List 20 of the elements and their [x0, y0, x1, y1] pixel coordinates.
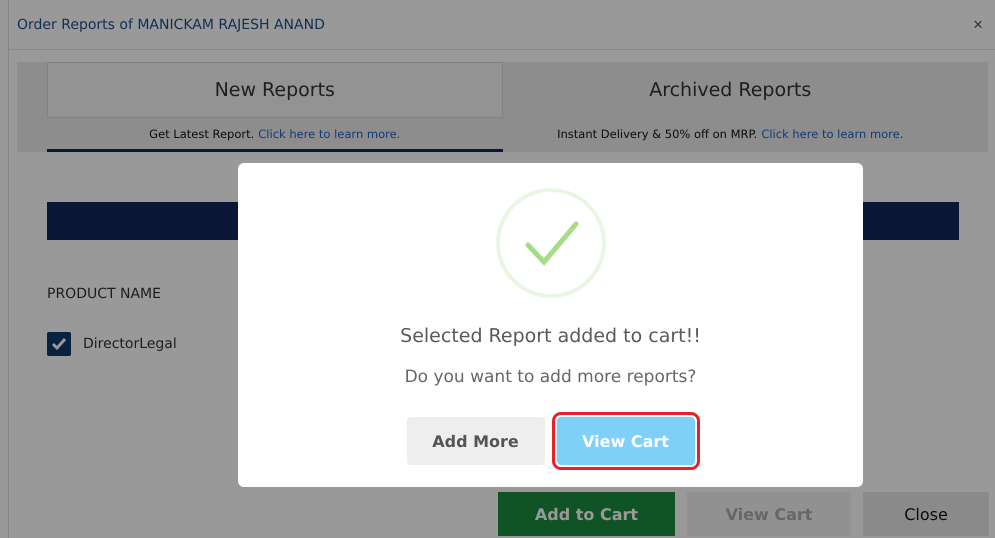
- product-name: DirectorLegal: [83, 336, 177, 352]
- report-tab[interactable]: New Reports Get Latest Report. Click here to learn more.: [47, 62, 502, 152]
- action-button[interactable]: Close: [863, 492, 989, 536]
- action-button[interactable]: Add to Cart: [498, 492, 675, 536]
- column-header: PRODUCT NAME: [47, 286, 162, 302]
- close-button[interactable]: ×: [971, 14, 985, 34]
- dialog-button[interactable]: Add More: [406, 417, 544, 465]
- tab-description: Get Latest Report.: [149, 126, 254, 140]
- tab-description: Instant Delivery & 50% off on MRP.: [557, 126, 758, 140]
- dialog-message: Do you want to add more reports?: [404, 367, 696, 387]
- success-check-icon: [494, 187, 606, 299]
- window-title: Order Reports of MANICKAM RAJESH ANAND: [17, 16, 325, 32]
- tab-label: New Reports: [47, 62, 502, 118]
- tab-label: Archived Reports: [648, 78, 812, 103]
- dialog-title: Selected Report added to cart!!: [400, 325, 701, 347]
- check-icon: [51, 337, 67, 351]
- learn-more-link[interactable]: Click here to learn more.: [258, 126, 400, 140]
- report-tab[interactable]: Archived Reports Instant Delivery & 50% off on MRP. Click here to learn more.: [502, 62, 958, 152]
- checkbox[interactable]: [47, 332, 71, 356]
- learn-more-link[interactable]: Click here to learn more.: [761, 126, 904, 140]
